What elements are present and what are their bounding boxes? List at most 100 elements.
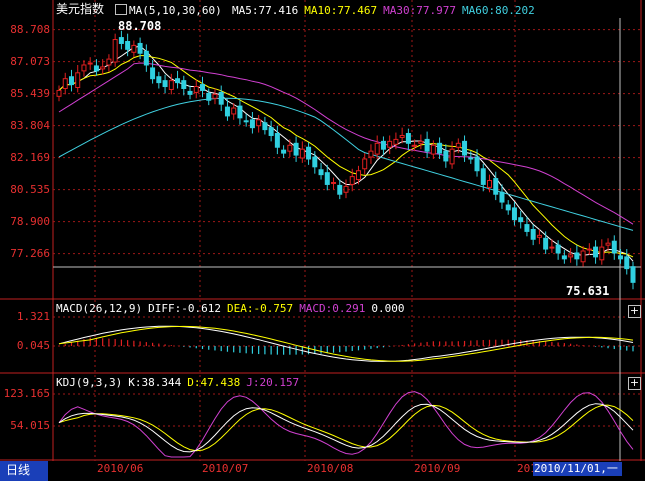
candle-body <box>524 224 530 232</box>
candle-body <box>224 106 230 117</box>
kdj-panel <box>58 391 634 458</box>
ma-values: MA5:77.416 MA10:77.467 MA30:77.977 MA60:80.… <box>232 4 535 17</box>
chart-title: 美元指数 <box>56 2 105 16</box>
candle-body <box>324 172 330 185</box>
candle-body <box>424 138 430 152</box>
candle-body <box>487 180 492 188</box>
candle-body <box>343 185 349 193</box>
candle-body <box>93 65 99 72</box>
candle-body <box>337 184 343 195</box>
candle-body <box>287 144 293 152</box>
candle-body <box>368 150 374 158</box>
ma10-line <box>58 55 634 258</box>
candle-body <box>218 91 224 105</box>
ma5-line <box>58 45 634 262</box>
candle-body <box>380 140 386 150</box>
expand-price-button[interactable]: + <box>628 305 641 318</box>
candle-body <box>561 255 567 260</box>
candle-body <box>312 156 318 168</box>
candle-body <box>281 149 287 154</box>
date-tick-label: 2010/07 <box>202 462 249 475</box>
date-tick-label: 2010/06 <box>97 462 144 475</box>
candle-body <box>468 157 474 160</box>
candle-body <box>412 144 418 147</box>
candle-body <box>618 255 624 260</box>
d-line <box>58 404 634 452</box>
ma-indicator-label[interactable]: MA(5,10,30,60) <box>115 4 222 17</box>
candle-body <box>175 78 181 84</box>
candle-body <box>318 169 324 176</box>
candle-body <box>237 105 243 119</box>
candle-body <box>156 76 162 84</box>
moving-average-lines <box>58 45 634 262</box>
candle-body <box>455 142 461 148</box>
expand-macd-button[interactable]: + <box>628 377 641 390</box>
candle-body <box>299 148 305 159</box>
candle-body <box>106 58 112 66</box>
macd-params: MACD(26,12,9) <box>56 302 143 315</box>
candle-body <box>611 240 617 254</box>
candle-body <box>306 146 312 160</box>
dea-line <box>58 325 634 362</box>
date-tick-label: 2010/09 <box>414 462 461 475</box>
candle-body <box>443 150 449 162</box>
candle-body <box>355 170 361 181</box>
candle-body <box>143 50 149 66</box>
candle-body <box>430 144 436 155</box>
candle-body <box>593 246 599 258</box>
candle-body <box>249 119 255 129</box>
ma-params: MA(5,10,30,60) <box>129 4 222 17</box>
candle-body <box>206 92 212 101</box>
kdj-tick-label: 123.165 <box>3 387 50 400</box>
candle-body <box>586 248 592 251</box>
macd-header: MACD(26,12,9) DIFF:-0.612 DEA:-0.757 MACD:0… <box>56 302 405 315</box>
candle-body <box>605 242 611 246</box>
candle-body <box>256 119 262 127</box>
candle-body <box>87 62 93 65</box>
candle-body <box>599 246 605 261</box>
candle-body <box>493 178 499 195</box>
candle-body <box>231 107 237 115</box>
candle-body <box>68 76 74 86</box>
candle-body <box>549 246 555 249</box>
candle-body <box>200 84 205 91</box>
candle-body <box>505 204 511 211</box>
candle-body <box>131 44 137 53</box>
k-value: K:38.344 <box>128 376 182 389</box>
candle-body <box>193 86 199 93</box>
macd-tick-label: 0.045 <box>16 339 50 352</box>
candle-body <box>574 252 580 260</box>
stock-chart[interactable] <box>0 0 645 481</box>
candle-body <box>555 244 561 254</box>
price-tick-label: 83.804 <box>10 118 50 132</box>
candle-body <box>331 181 337 184</box>
candle-body <box>212 93 218 99</box>
price-tick-label: 78.900 <box>10 214 50 228</box>
candle-body <box>268 127 274 136</box>
price-tick-label: 87.073 <box>10 54 50 68</box>
candle-body <box>518 217 524 223</box>
ma30-line <box>58 62 634 225</box>
candle-body <box>393 138 399 145</box>
candle-body <box>137 42 143 54</box>
candle-body <box>480 168 486 185</box>
candle-body <box>81 64 87 72</box>
candle-body <box>511 207 517 221</box>
kdj-tick-label: 54.015 <box>10 419 50 432</box>
candle-body <box>474 156 480 172</box>
date-tick-label: 2010/08 <box>307 462 354 475</box>
cursor-date-box: 2010/11/01,一 <box>533 462 622 476</box>
candle-body <box>405 133 411 144</box>
candle-body <box>387 140 393 148</box>
candle-body <box>168 80 174 90</box>
max-price-label: 88.708 <box>118 19 162 33</box>
candle-body <box>437 142 443 154</box>
diff-value: DIFF:-0.612 <box>148 302 221 315</box>
candle-body <box>125 40 131 50</box>
indicator-switch-icon[interactable] <box>115 4 127 15</box>
candle-body <box>56 89 62 97</box>
period-tab[interactable]: 日线 <box>0 461 48 481</box>
k-line <box>58 403 634 453</box>
macd-value: MACD:0.291 <box>299 302 366 315</box>
kdj-params: KDJ(9,3,3) <box>56 376 123 389</box>
